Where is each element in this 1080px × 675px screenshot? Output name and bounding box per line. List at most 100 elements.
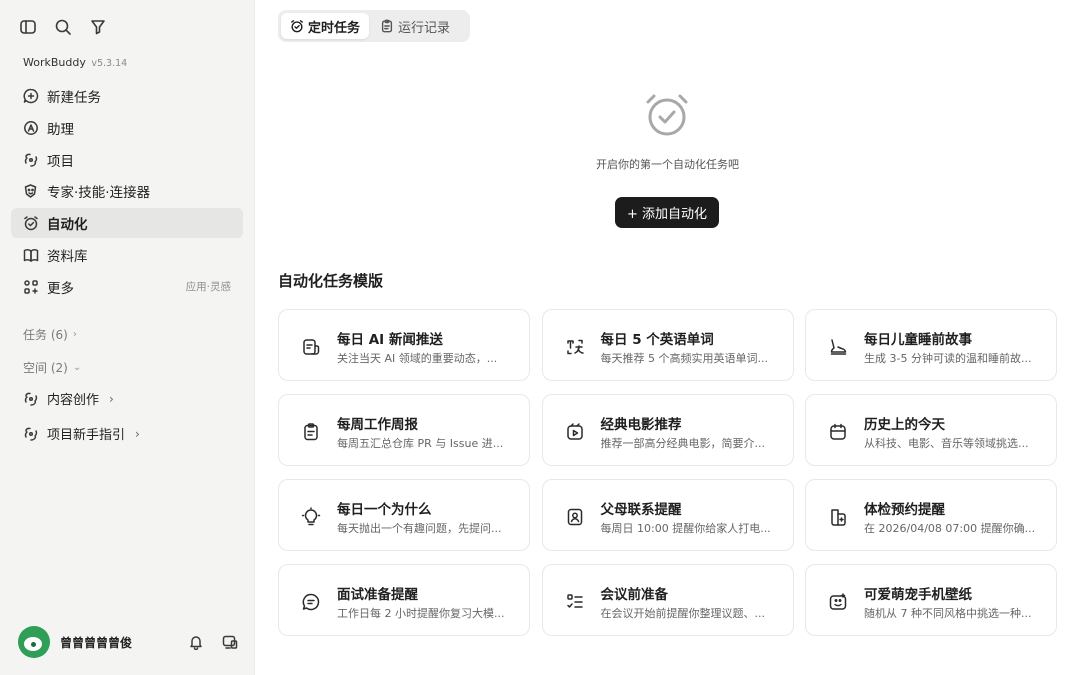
chevron-right-icon: ›	[109, 391, 114, 406]
film-icon	[565, 422, 585, 442]
bell-icon[interactable]	[188, 634, 204, 650]
nav-label: 资料库	[47, 248, 88, 265]
view-tabs: 定时任务 运行记录	[278, 10, 470, 42]
template-card-checkup[interactable]: 体检预约提醒 在 2026/04/08 07:00 提醒你确...	[805, 479, 1057, 551]
template-card-why[interactable]: 每日一个为什么 每天抛出一个有趣问题，先提问...	[278, 479, 530, 551]
tab-scheduled[interactable]: 定时任务	[281, 13, 370, 39]
tab-label: 运行记录	[398, 20, 451, 36]
assistant-icon	[24, 120, 38, 135]
tasks-section-toggle[interactable]: 任务 (6) ›	[23, 326, 77, 343]
user-actions	[188, 634, 238, 650]
project-icon	[24, 427, 38, 441]
add-automation-button[interactable]: + 添加自动化	[615, 197, 719, 228]
template-desc: 关注当天 AI 领域的重要动态，...	[337, 352, 498, 365]
template-title: 每日 AI 新闻推送	[337, 332, 443, 348]
sidebar-toggle-icon[interactable]	[18, 17, 37, 36]
sidebar-nav: 新建任务 助理 项目 专家·技能·连接器 自动化 资料库 更多 应用·灵感	[11, 81, 243, 304]
chevron-right-icon: ›	[135, 426, 140, 441]
template-title: 可爱萌宠手机壁纸	[864, 587, 972, 603]
spaces-section-toggle[interactable]: 空间 (2) ⌄	[23, 359, 81, 376]
sidebar-toolbar	[18, 17, 107, 36]
nav-label: 更多	[47, 280, 74, 297]
clipboard-icon	[381, 19, 393, 33]
template-card-bedtime-story[interactable]: 每日儿童睡前故事 生成 3-5 分钟可读的温和睡前故...	[805, 309, 1057, 381]
template-desc: 工作日每 2 小时提醒你复习大模...	[337, 607, 505, 620]
wallpaper-icon	[828, 592, 848, 612]
template-card-wallpaper[interactable]: 可爱萌宠手机壁纸 随机从 7 种不同风格中挑选一种...	[805, 564, 1057, 636]
template-desc: 推荐一部高分经典电影，简要介...	[600, 437, 766, 450]
template-desc: 每周五汇总仓库 PR 与 Issue 进...	[337, 437, 504, 450]
checklist-icon	[565, 592, 585, 612]
health-icon	[828, 507, 848, 527]
tab-run-history[interactable]: 运行记录	[371, 13, 459, 39]
user-name[interactable]: 曾曾曾曾曾俊	[60, 634, 132, 651]
project-icon	[24, 153, 38, 167]
news-icon	[301, 337, 321, 357]
template-title: 面试准备提醒	[337, 587, 418, 603]
template-card-movie[interactable]: 经典电影推荐 推荐一部高分经典电影，简要介...	[541, 394, 794, 466]
template-desc: 随机从 7 种不同风格中挑选一种...	[864, 607, 1032, 620]
alarm-icon	[291, 20, 303, 33]
template-title: 历史上的今天	[864, 417, 945, 433]
template-title: 每周工作周报	[337, 417, 418, 433]
chevron-right-icon: ›	[72, 329, 77, 340]
nav-new-task[interactable]: 新建任务	[11, 81, 243, 111]
user-bar: 曾曾曾曾曾俊	[18, 626, 238, 658]
template-desc: 生成 3-5 分钟可读的温和睡前故...	[864, 352, 1032, 365]
template-card-ai-news[interactable]: 每日 AI 新闻推送 关注当天 AI 领域的重要动态，...	[278, 309, 530, 381]
nav-label: 助理	[47, 121, 74, 138]
template-desc: 在 2026/04/08 07:00 提醒你确...	[864, 522, 1036, 535]
template-title: 每日一个为什么	[337, 502, 432, 518]
template-card-interview[interactable]: 面试准备提醒 工作日每 2 小时提醒你复习大模...	[278, 564, 530, 636]
app-brand: WorkBuddy v5.3.14	[23, 56, 127, 69]
app-name: WorkBuddy	[23, 56, 86, 69]
nav-label: 自动化	[47, 217, 88, 234]
template-desc: 每天抛出一个有趣问题，先提问...	[337, 522, 502, 535]
search-icon[interactable]	[53, 17, 72, 36]
sidebar: WorkBuddy v5.3.14 新建任务 助理 项目 专家·技能·连接器 自…	[0, 0, 255, 675]
template-desc: 每周日 10:00 提醒你给家人打电...	[600, 522, 771, 535]
template-card-history-today[interactable]: 历史上的今天 从科技、电影、音乐等领域挑选...	[805, 394, 1057, 466]
translate-icon	[565, 337, 585, 357]
nav-automation[interactable]: 自动化	[11, 208, 243, 239]
avatar[interactable]	[18, 626, 50, 658]
space-item-content[interactable]: 内容创作 ›	[23, 389, 114, 408]
tab-label: 定时任务	[308, 20, 361, 36]
nav-label: 新建任务	[47, 90, 101, 106]
nav-experts[interactable]: 专家·技能·连接器	[11, 176, 243, 206]
space-item-guide[interactable]: 项目新手指引 ›	[23, 424, 140, 443]
nav-library[interactable]: 资料库	[11, 240, 243, 270]
contact-icon	[565, 507, 585, 527]
template-card-parents[interactable]: 父母联系提醒 每周日 10:00 提醒你给家人打电...	[541, 479, 794, 551]
nav-project[interactable]: 项目	[11, 145, 243, 175]
template-title: 每日 5 个英语单词	[600, 332, 714, 348]
alarm-check-icon	[643, 91, 691, 139]
template-card-english-words[interactable]: 每日 5 个英语单词 每天推荐 5 个高频实用英语单词...	[541, 309, 794, 381]
nav-label: 专家·技能·连接器	[47, 185, 151, 202]
clipboard-icon	[301, 422, 321, 442]
template-card-meeting[interactable]: 会议前准备 在会议开始前提醒你整理议题、...	[541, 564, 794, 636]
template-card-weekly-report[interactable]: 每周工作周报 每周五汇总仓库 PR 与 Issue 进...	[278, 394, 530, 466]
nav-more[interactable]: 更多 应用·灵感	[11, 272, 243, 302]
filter-icon[interactable]	[88, 17, 107, 36]
chat-icon	[301, 592, 321, 612]
template-desc: 每天推荐 5 个高频实用英语单词...	[600, 352, 768, 365]
nav-label: 项目	[47, 153, 74, 170]
spaces-section-label: 空间 (2)	[23, 361, 68, 375]
calendar-icon	[828, 422, 848, 442]
space-label: 项目新手指引	[47, 428, 126, 443]
template-title: 每日儿童睡前故事	[864, 332, 972, 348]
template-desc: 从科技、电影、音乐等领域挑选...	[864, 437, 1029, 450]
template-title: 会议前准备	[600, 587, 669, 603]
nav-assistant[interactable]: 助理	[11, 113, 243, 143]
templates-grid: 每日 AI 新闻推送 关注当天 AI 领域的重要动态，... 每日 5 个英语单…	[278, 309, 1057, 636]
app-version: v5.3.14	[91, 58, 128, 69]
template-desc: 在会议开始前提醒你整理议题、...	[600, 607, 766, 620]
devices-icon[interactable]	[222, 634, 238, 650]
templates-title: 自动化任务模版	[278, 272, 384, 290]
grid-icon	[24, 280, 38, 294]
book-icon	[23, 249, 39, 262]
nav-more-hint: 应用·灵感	[185, 281, 231, 294]
alarm-icon	[24, 216, 38, 231]
expert-icon	[24, 184, 37, 199]
